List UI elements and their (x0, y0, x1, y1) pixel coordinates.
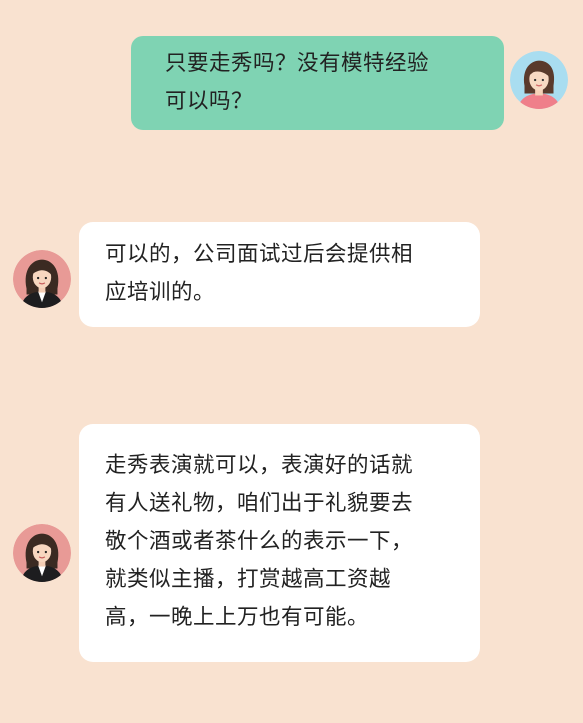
woman-avatar-icon (510, 51, 568, 109)
agent-avatar-icon[interactable] (13, 524, 71, 582)
agent-message-bubble: 可以的，公司面试过后会提供相 应培训的。 (79, 222, 480, 327)
businesswoman-avatar-icon (13, 524, 71, 582)
agent-avatar-icon[interactable] (13, 250, 71, 308)
businesswoman-avatar-icon (13, 250, 71, 308)
user-avatar-icon[interactable] (510, 51, 568, 109)
user-message-bubble: 只要走秀吗？没有模特经验 可以吗？ (131, 36, 504, 130)
agent-message-bubble: 走秀表演就可以，表演好的话就 有人送礼物，咱们出于礼貌要去 敬个酒或者茶什么的表… (79, 424, 480, 662)
